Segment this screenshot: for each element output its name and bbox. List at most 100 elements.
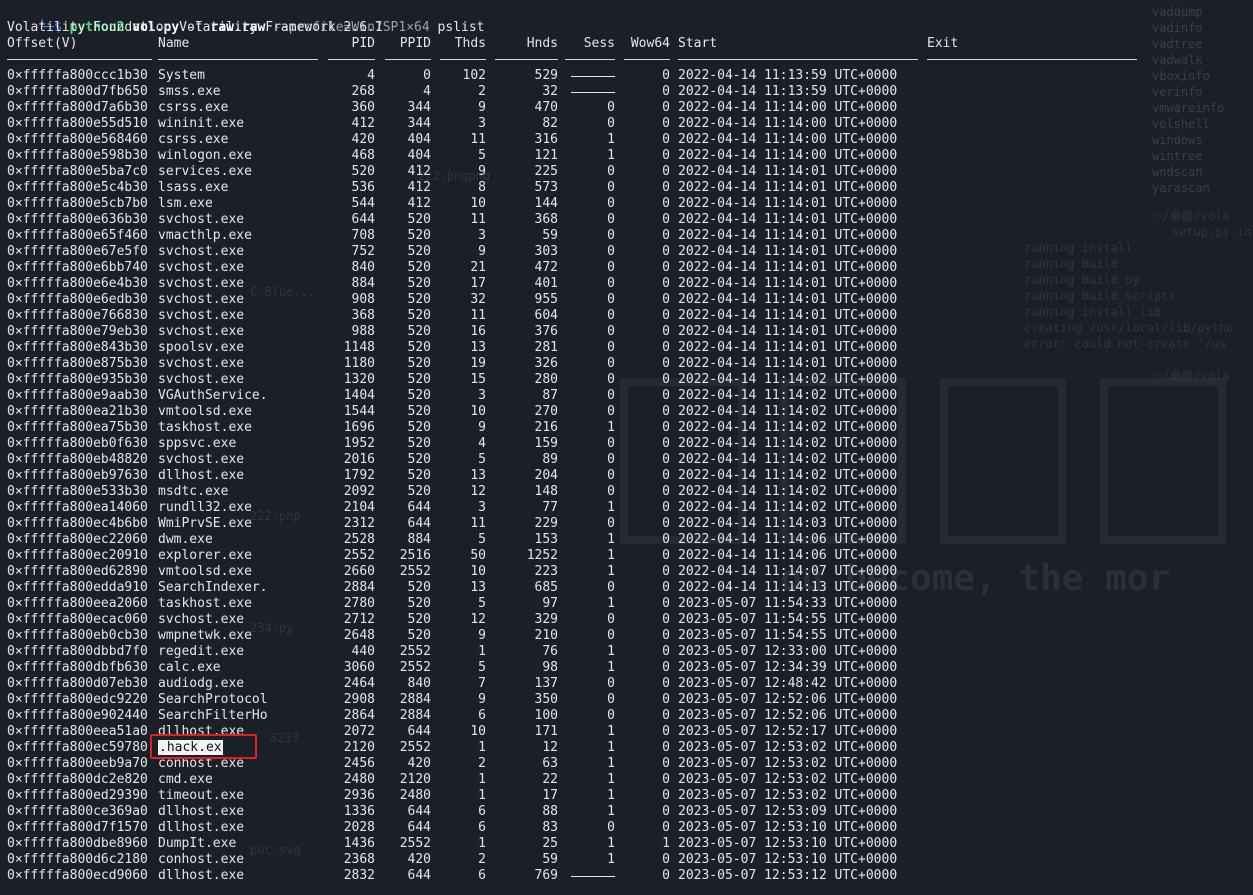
cell-start: 2022-04-14 11:14:01 UTC+0000 [678, 356, 898, 371]
underline-start [678, 59, 918, 60]
cell-start: 2023-05-07 12:53:10 UTC+0000 [678, 836, 898, 851]
cell-pid: 368 [351, 308, 375, 323]
cell-hnds: 88 [542, 804, 558, 819]
cell-start: 2023-05-07 12:53:10 UTC+0000 [678, 852, 898, 867]
cell-pid: 1696 [343, 420, 375, 435]
cell-ppid: 840 [407, 676, 431, 691]
cell-wow: 0 [662, 244, 670, 259]
cell-ppid: 520 [407, 468, 431, 483]
cell-pid: 2936 [343, 788, 375, 803]
cell-thds: 5 [478, 532, 486, 547]
cell-wow: 0 [662, 404, 670, 419]
cell-start: 2022-04-14 11:14:02 UTC+0000 [678, 452, 898, 467]
cell-pid: 988 [351, 324, 375, 339]
cell-sess: 0 [607, 628, 615, 643]
cell-hnds: 159 [534, 436, 558, 451]
cell-sess: 0 [607, 372, 615, 387]
cell-thds: 17 [470, 276, 486, 291]
cell-thds: 5 [478, 660, 486, 675]
cell-thds: 10 [470, 564, 486, 579]
cell-ppid: 520 [407, 340, 431, 355]
cell-offset: 0×fffffa800eea51a0 [7, 724, 148, 739]
cell-hnds: 100 [534, 708, 558, 723]
cell-hnds: 316 [534, 132, 558, 147]
cell-sess: 0 [607, 308, 615, 323]
cell-wow: 0 [662, 596, 670, 611]
cell-sess: 0 [607, 180, 615, 195]
cell-offset: 0×fffffa800e5ba7c0 [7, 164, 148, 179]
cell-start: 2023-05-07 12:52:06 UTC+0000 [678, 692, 898, 707]
table-row: 0×fffffa800dbfb630 calc.exe 3060 2552 5 98 1 0 2… [0, 660, 1253, 676]
cell-name: explorer.exe [158, 548, 252, 563]
cell-ppid: 520 [407, 628, 431, 643]
cell-wow: 0 [662, 452, 670, 467]
cell-ppid: 520 [407, 484, 431, 499]
cell-offset: 0×fffffa800e843b30 [7, 340, 148, 355]
cell-sess: 0 [607, 612, 615, 627]
cell-thds: 5 [478, 452, 486, 467]
cell-wow: 0 [662, 420, 670, 435]
cell-offset: 0×fffffa800e533b30 [7, 484, 148, 499]
cell-thds: 19 [470, 356, 486, 371]
cell-ppid: 2552 [399, 836, 431, 851]
cell-sess: 0 [607, 244, 615, 259]
cell-thds: 9 [478, 164, 486, 179]
cell-ppid: 404 [407, 132, 431, 147]
cell-wow: 0 [662, 564, 670, 579]
cell-start: 2022-04-14 11:14:02 UTC+0000 [678, 484, 898, 499]
header-hnds: Hnds [526, 36, 558, 51]
cell-thds: 1 [478, 836, 486, 851]
cell-hnds: 89 [542, 452, 558, 467]
cell-pid: 544 [351, 196, 375, 211]
cell-wow: 0 [662, 628, 670, 643]
cell-sess: 0 [607, 404, 615, 419]
cell-start: 2022-04-14 11:14:01 UTC+0000 [678, 292, 898, 307]
cell-ppid: 520 [407, 356, 431, 371]
cell-name: sppsvc.exe [158, 436, 237, 451]
cell-wow: 0 [662, 260, 670, 275]
cell-hnds: 401 [534, 276, 558, 291]
table-row: 0×fffffa800e6e4b30 svchost.exe 884 520 17 401… [0, 276, 1253, 292]
cell-sess: 1 [607, 548, 615, 563]
cell-offset: 0×fffffa800ecac060 [7, 612, 148, 627]
cell-pid: 840 [351, 260, 375, 275]
table-row: 0×fffffa800e568460 csrss.exe 420 404 11 316 1 0… [0, 132, 1253, 148]
cell-hnds: 137 [534, 676, 558, 691]
cell-ppid: 644 [407, 500, 431, 515]
cell-ppid: 644 [407, 820, 431, 835]
cell-name: WmiPrvSE.exe [158, 516, 252, 531]
terminal-window[interactable]: ou become, the mor vaddump vadinfo vadtree… [0, 0, 1253, 895]
cell-ppid: 2552 [399, 564, 431, 579]
table-row: 0×fffffa800e636b30 svchost.exe 644 520 11 368… [0, 212, 1253, 228]
cell-pid: 1320 [343, 372, 375, 387]
cell-hnds: 82 [542, 116, 558, 131]
table-row: 0×fffffa800eb0f630 sppsvc.exe 1952 520 4 159 0… [0, 436, 1253, 452]
cell-hnds: 87 [542, 388, 558, 403]
header-sess: Sess [583, 36, 615, 51]
cell-wow: 0 [662, 196, 670, 211]
cell-hnds: 32 [542, 84, 558, 99]
cell-ppid: 2516 [399, 548, 431, 563]
cell-name: calc.exe [158, 660, 221, 675]
cell-hnds: 144 [534, 196, 558, 211]
cell-pid: 752 [351, 244, 375, 259]
cell-name: dwm.exe [158, 532, 213, 547]
table-row: 0×fffffa800ec4b6b0 WmiPrvSE.exe 2312 644 11 2… [0, 516, 1253, 532]
cell-sess: 0 [607, 340, 615, 355]
cell-name: msdtc.exe [158, 484, 229, 499]
cell-sess: 1 [607, 724, 615, 739]
cell-name: SearchIndexer. [158, 580, 268, 595]
cell-hnds: 98 [542, 660, 558, 675]
cell-name: spoolsv.exe [158, 340, 245, 355]
cell-start: 2022-04-14 11:14:00 UTC+0000 [678, 132, 898, 147]
cell-hnds: 472 [534, 260, 558, 275]
cell-sess: 0 [607, 260, 615, 275]
cell-ppid: 344 [407, 116, 431, 131]
cell-start: 2023-05-07 11:54:33 UTC+0000 [678, 596, 898, 611]
cell-sess: 0 [607, 452, 615, 467]
cell-pid: 1404 [343, 388, 375, 403]
cell-start: 2022-04-14 11:14:02 UTC+0000 [678, 420, 898, 435]
cell-offset: 0×fffffa800d07eb30 [7, 676, 148, 691]
cell-hnds: 25 [542, 836, 558, 851]
cell-start: 2023-05-07 12:52:17 UTC+0000 [678, 724, 898, 739]
